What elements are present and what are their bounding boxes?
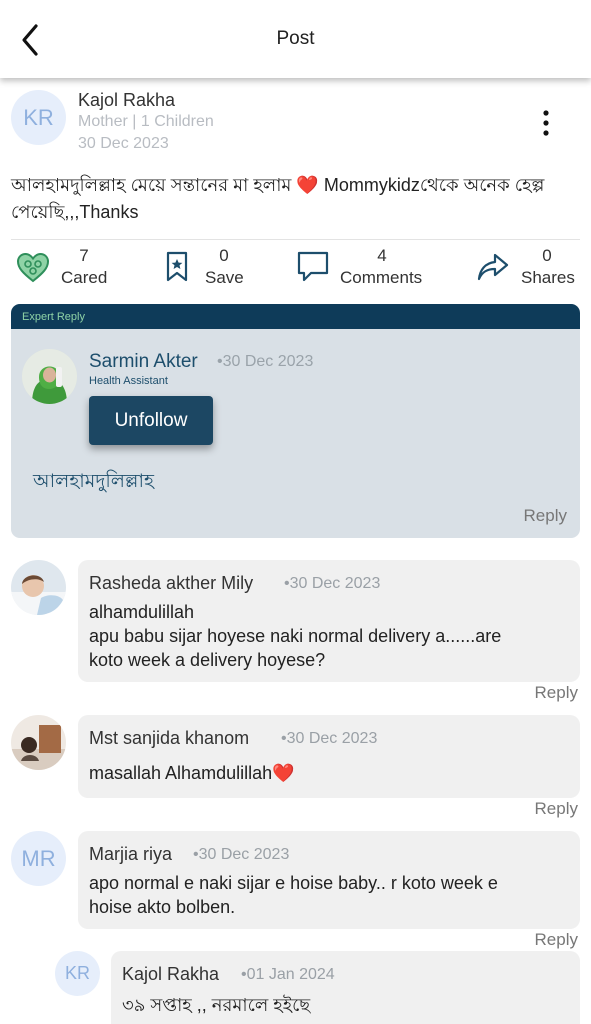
post-date: 30 Dec 2023 [78,135,169,152]
comment-bubble: Rasheda akther Mily •30 Dec 2023 alhamdu… [78,560,580,682]
cared-button[interactable]: 7 Cared [16,246,116,292]
more-vertical-icon[interactable] [534,110,558,136]
comment-text: masallah Alhamdulillah❤️ [89,761,569,785]
post-body: আলহামদুলিল্লাহ মেয়ে সন্তানের মা হলাম ❤️… [11,175,545,222]
comment-text: alhamdulillah apu babu sijar hoyese naki… [89,600,569,672]
comments-label: Comments [340,268,423,287]
page-title: Post [276,28,315,49]
author-avatar[interactable]: KR [11,90,66,145]
comment-line: hoise akto bolben. [89,897,236,917]
reply-author[interactable]: Kajol Rakha [122,964,219,985]
comment-icon [297,251,329,282]
comment-reply-link[interactable]: Reply [535,930,578,950]
comment-date: •30 Dec 2023 [284,575,381,592]
expert-reply-card: Expert Reply Sarmin Akter •30 Dec 2023 H… [11,304,580,538]
top-app-bar: Post [0,0,591,78]
reply-author-avatar[interactable]: KR [55,951,100,996]
shares-count: 0 [542,246,552,265]
expert-avatar[interactable] [22,349,77,404]
author-meta: Mother | 1 Children [78,113,214,130]
heart-care-icon [16,252,50,283]
comment-reply-link[interactable]: Reply [535,799,578,819]
save-button[interactable]: 0 Save [165,246,245,292]
reply-author-initials: KR [64,963,90,983]
reply-date: •01 Jan 2024 [241,966,335,983]
save-count: 0 [219,246,229,265]
reply-text: ৩৯ সপ্তাহ ,, নরমালে হইছে [122,995,311,1015]
shares-button[interactable]: 0 Shares [476,246,581,292]
comment-text: apo normal e naki sijar e hoise baby.. r… [89,871,569,919]
comment-line: apo normal e naki sijar e hoise baby.. r… [89,873,498,893]
cared-label: Cared [61,268,108,287]
commenter-avatar[interactable]: MR [11,831,66,886]
expert-reply-date: •30 Dec 2023 [217,353,314,370]
expert-reply-badge: Expert Reply [11,304,580,329]
author-initials: KR [23,104,54,130]
comment-line: koto week a delivery hoyese? [89,650,326,670]
comments-button[interactable]: 4 Comments [296,246,426,292]
comment-line: apu babu sijar hoyese naki normal delive… [89,626,502,646]
comment-line: masallah Alhamdulillah❤️ [89,763,295,783]
comment-date: •30 Dec 2023 [193,846,290,863]
commenter-avatar[interactable] [11,715,66,770]
reply-bubble: Kajol Rakha •01 Jan 2024 ৩৯ সপ্তাহ ,, নর… [111,951,580,1024]
comment-author[interactable]: Rasheda akther Mily [89,573,253,594]
comment-date: •30 Dec 2023 [281,730,378,747]
author-name[interactable]: Kajol Rakha [78,90,175,111]
commenter-initials: MR [21,845,56,871]
unfollow-button[interactable]: Unfollow [89,396,213,445]
expert-reply-text: আলহামদুলিল্লাহ [33,471,154,492]
comments-count: 4 [377,246,387,265]
comment-reply-link[interactable]: Reply [535,683,578,703]
bookmark-star-icon [166,251,188,282]
divider [11,239,580,240]
comment-line: alhamdulillah [89,602,195,622]
save-label: Save [205,268,244,287]
expert-reply-link[interactable]: Reply [524,506,567,526]
expert-role: Health Assistant [89,375,168,387]
cared-count: 7 [79,246,89,265]
expert-name[interactable]: Sarmin Akter [89,351,198,373]
comment-bubble: Marjia riya •30 Dec 2023 apo normal e na… [78,831,580,929]
shares-label: Shares [521,268,575,287]
share-arrow-icon [477,253,509,281]
commenter-avatar[interactable] [11,560,66,615]
comment-bubble: Mst sanjida khanom •30 Dec 2023 masallah… [78,715,580,798]
comment-author[interactable]: Marjia riya [89,844,172,865]
comment-author[interactable]: Mst sanjida khanom [89,728,249,749]
